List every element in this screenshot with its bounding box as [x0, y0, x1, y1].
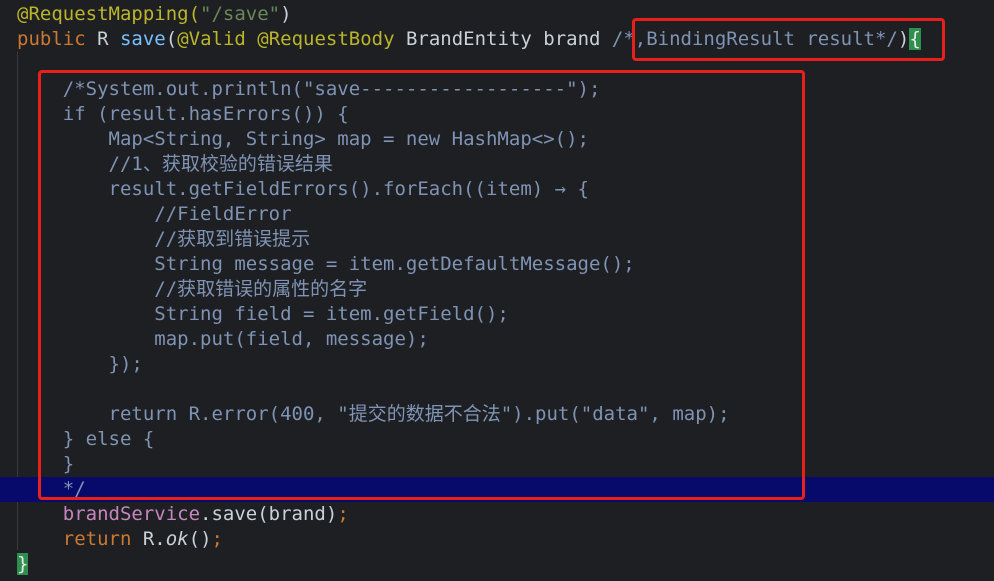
code-token: String field = item.getField(); [17, 303, 509, 325]
code-token: .save(brand) [200, 503, 338, 525]
code-line[interactable]: return R.ok(); [0, 527, 994, 552]
code-token: Map<String, String> map = new HashMap<>(… [17, 128, 589, 150]
code-token: if (result.hasErrors()) { [17, 103, 349, 125]
code-token: } [17, 453, 75, 475]
code-line[interactable]: String message = item.getDefaultMessage(… [0, 252, 994, 277]
code-line[interactable]: map.put(field, message); [0, 327, 994, 352]
code-line[interactable]: } [0, 452, 994, 477]
code-line[interactable]: if (result.hasErrors()) { [0, 102, 994, 127]
code-line[interactable]: brandService.save(brand); [0, 502, 994, 527]
code-token: */ [17, 478, 86, 500]
code-line[interactable]: //FieldError [0, 202, 994, 227]
code-token: ) [280, 3, 292, 25]
code-line[interactable]: String field = item.getField(); [0, 302, 994, 327]
code-token: @Valid [177, 28, 258, 50]
code-token: "/save" [200, 3, 281, 25]
code-token: { [909, 28, 921, 50]
code-token: return R.error(400, "提交的数据不合法").put("dat… [17, 403, 730, 425]
code-line[interactable]: @RequestMapping("/save") [0, 2, 994, 27]
code-line[interactable]: Map<String, String> map = new HashMap<>(… [0, 127, 994, 152]
code-token: R [97, 28, 120, 50]
code-token: /*,BindingResult result*/ [611, 28, 898, 50]
code-token: //FieldError [17, 203, 292, 225]
code-line[interactable]: } [0, 552, 994, 577]
code-token: String message = item.getDefaultMessage(… [17, 253, 635, 275]
code-line[interactable]: }); [0, 352, 994, 377]
code-token: }); [17, 353, 143, 375]
code-line[interactable] [0, 52, 994, 77]
code-line[interactable] [0, 377, 994, 402]
code-token: } else { [17, 428, 155, 450]
code-token: ok [165, 528, 189, 550]
code-line[interactable]: } else { [0, 427, 994, 452]
code-token: brandService [62, 503, 201, 525]
code-line[interactable]: return R.error(400, "提交的数据不合法").put("dat… [0, 402, 994, 427]
code-token: result.getFieldErrors().forEach((item) →… [17, 178, 589, 200]
code-token: ( [165, 28, 178, 50]
code-token: map.put(field, message); [17, 328, 429, 350]
code-token: ; [337, 503, 349, 525]
code-token: save [119, 28, 166, 50]
code-token: R. [142, 528, 166, 550]
code-line[interactable]: //1、获取校验的错误结果 [0, 152, 994, 177]
code-line[interactable]: public R save(@Valid @RequestBody BrandE… [0, 27, 994, 52]
code-line[interactable]: //获取到错误提示 [0, 227, 994, 252]
code-line[interactable]: //获取错误的属性的名字 [0, 277, 994, 302]
code-token: //获取错误的属性的名字 [17, 278, 368, 300]
code-token: //获取到错误提示 [17, 228, 311, 250]
code-line[interactable]: /*System.out.println("save--------------… [0, 77, 994, 102]
code-token: public [17, 28, 98, 50]
code-token: @RequestMapping( [17, 3, 201, 25]
code-token: } [17, 553, 29, 575]
code-token: return [62, 528, 143, 550]
code-token: /*System.out.println("save--------------… [17, 78, 601, 100]
code-token: () [188, 528, 212, 550]
code-token: @RequestBody [257, 28, 406, 50]
code-token: ; [211, 528, 223, 550]
code-line[interactable]: result.getFieldErrors().forEach((item) →… [0, 177, 994, 202]
code-editor[interactable]: @RequestMapping("/save") public R save(@V… [0, 0, 994, 581]
code-line[interactable]: */ [0, 477, 994, 502]
code-token: BrandEntity brand [405, 28, 612, 50]
code-token: ) [897, 28, 910, 50]
code-token: //1、获取校验的错误结果 [17, 153, 333, 175]
